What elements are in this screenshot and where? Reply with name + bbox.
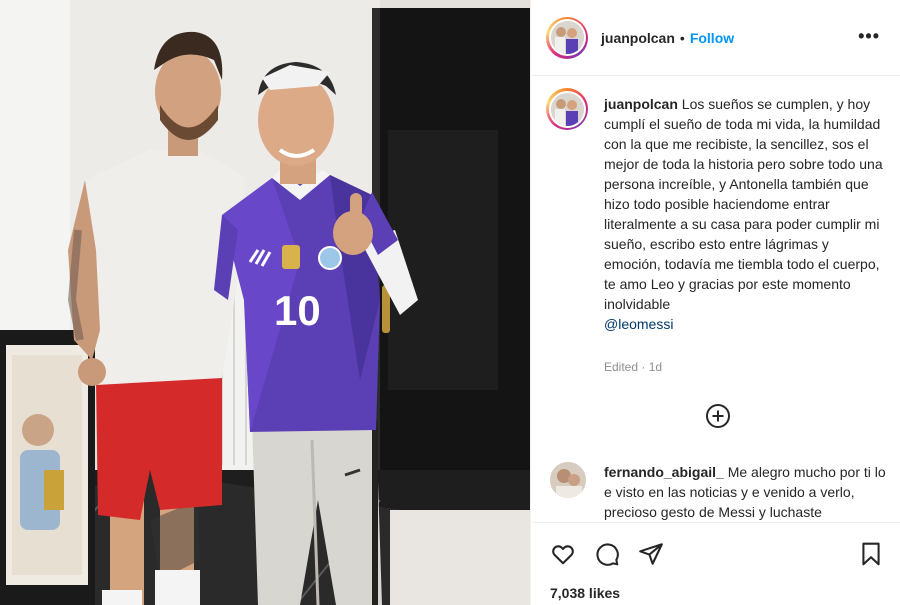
caption-author-avatar[interactable] (546, 88, 588, 130)
edited-timestamp: Edited · 1d (604, 360, 663, 374)
caption-username[interactable]: juanpolcan (604, 96, 678, 112)
author-avatar[interactable] (546, 16, 588, 59)
avatar-image (550, 92, 584, 126)
commenter-avatar[interactable] (550, 462, 586, 498)
heart-icon[interactable] (550, 541, 576, 567)
caption-text: juanpolcan Los sueños se cumplen, y hoy … (604, 94, 886, 334)
commenter-username[interactable]: fernando_abigail_ (604, 464, 724, 480)
caption-body: Los sueños se cumplen, y hoy cumplí el s… (604, 96, 883, 312)
comment-icon[interactable] (594, 541, 620, 567)
caption-mention-link[interactable]: @leomessi (604, 314, 886, 334)
comment-text: fernando_abigail_ Me alegro mucho por ti… (604, 462, 886, 522)
bookmark-icon[interactable] (858, 541, 884, 567)
post-photo[interactable]: 10 (0, 0, 531, 605)
separator-dot: • (679, 29, 685, 46)
action-bar: 7,038 likes (532, 522, 900, 605)
avatar-image (550, 21, 584, 54)
plus-circle-icon[interactable] (705, 403, 731, 429)
likes-count[interactable]: 7,038 likes (550, 585, 620, 601)
more-options-icon[interactable]: ••• (858, 26, 880, 47)
author-username[interactable]: juanpolcan (601, 30, 675, 46)
jersey-number: 10 (274, 287, 321, 334)
post-header: juanpolcan • Follow ••• (532, 0, 900, 76)
paper-plane-icon[interactable] (638, 541, 664, 567)
post-image: 10 (0, 0, 530, 605)
follow-button[interactable]: Follow (690, 30, 734, 46)
post-details-panel: juanpolcan • Follow ••• juanpolcan Los s… (532, 0, 900, 605)
